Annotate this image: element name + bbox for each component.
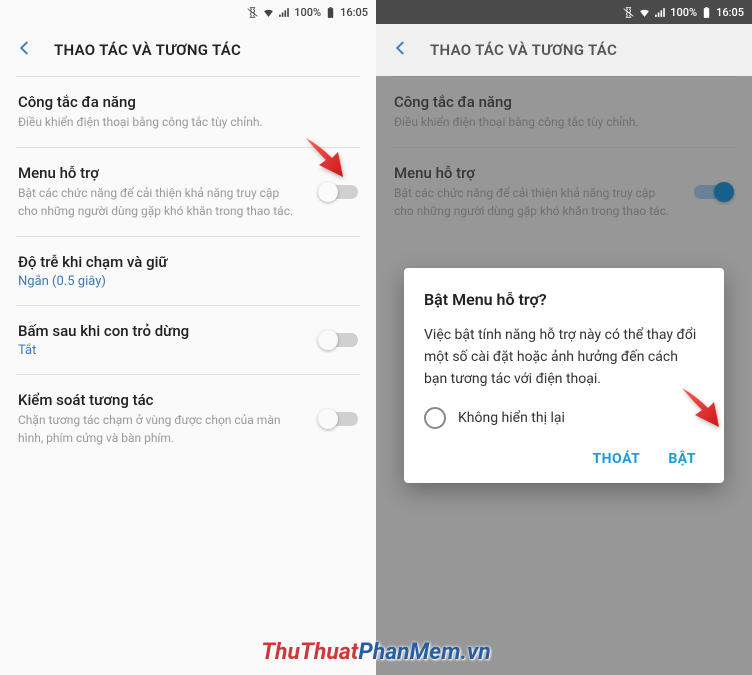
- dialog-actions: THOÁT BẬT: [424, 443, 704, 473]
- back-button[interactable]: [392, 39, 410, 61]
- row-universal-switch[interactable]: Công tắc đa năng Điều khiển điện thoại b…: [0, 77, 376, 147]
- row-title: Kiểm soát tương tác: [18, 391, 358, 409]
- dialog-body: Việc bật tính năng hỗ trợ này có thể tha…: [424, 325, 704, 390]
- dialog-checkbox-row[interactable]: Không hiển thị lại: [424, 407, 704, 429]
- row-desc: Chặn tương tác chạm ở vùng được chọn của…: [18, 412, 358, 447]
- confirm-dialog: Bật Menu hỗ trợ? Việc bật tính năng hỗ t…: [404, 268, 724, 482]
- toggle-thumb: [318, 330, 338, 350]
- toggle-interaction-control[interactable]: [318, 408, 358, 430]
- battery-icon: [324, 6, 337, 19]
- clock-text: 16:05: [716, 6, 744, 19]
- row-title: Công tắc đa năng: [18, 93, 358, 111]
- vibrate-icon: [622, 6, 635, 19]
- phone-right-screen: 100% 16:05 THAO TÁC VÀ TƯƠNG TÁC Công tắ…: [376, 0, 752, 675]
- checkbox-circle-icon: [424, 407, 446, 429]
- back-button[interactable]: [16, 39, 34, 61]
- toggle-assistant-menu[interactable]: [318, 181, 358, 203]
- vibrate-icon: [246, 6, 259, 19]
- chevron-left-icon: [392, 39, 410, 57]
- wifi-icon: [262, 6, 275, 19]
- phone-left-screen: 100% 16:05 THAO TÁC VÀ TƯƠNG TÁC Công tắ…: [0, 0, 376, 675]
- row-value: Ngắn (0.5 giây): [18, 274, 358, 289]
- dialog-checkbox-label: Không hiển thị lại: [458, 410, 565, 426]
- status-bar: 100% 16:05: [0, 0, 376, 24]
- row-desc: Bật các chức năng để cải thiện khả năng …: [18, 185, 358, 220]
- dialog-ok-button[interactable]: BẬT: [668, 451, 696, 467]
- row-tap-after-hover[interactable]: Bấm sau khi con trỏ dừng Tắt: [0, 306, 376, 374]
- row-assistant-menu[interactable]: Menu hỗ trợ Bật các chức năng để cải thi…: [0, 148, 376, 236]
- chevron-left-icon: [16, 39, 34, 57]
- row-desc: Điều khiển điện thoại bằng công tắc tùy …: [18, 114, 358, 131]
- battery-icon: [700, 6, 713, 19]
- row-title: Menu hỗ trợ: [18, 164, 358, 182]
- row-title: Độ trễ khi chạm và giữ: [18, 253, 358, 271]
- toggle-tap-after-hover[interactable]: [318, 329, 358, 351]
- signal-icon: [654, 6, 667, 19]
- battery-percent: 100%: [294, 6, 321, 19]
- row-title: Bấm sau khi con trỏ dừng: [18, 322, 358, 340]
- dialog-cancel-button[interactable]: THOÁT: [593, 451, 641, 467]
- dialog-title: Bật Menu hỗ trợ?: [424, 290, 704, 309]
- clock-text: 16:05: [340, 6, 368, 19]
- page-title: THAO TÁC VÀ TƯƠNG TÁC: [54, 41, 241, 59]
- row-interaction-control[interactable]: Kiểm soát tương tác Chặn tương tác chạm …: [0, 375, 376, 463]
- row-touch-hold-delay[interactable]: Độ trễ khi chạm và giữ Ngắn (0.5 giây): [0, 237, 376, 305]
- status-bar: 100% 16:05: [376, 0, 752, 24]
- toggle-thumb: [318, 182, 338, 202]
- wifi-icon: [638, 6, 651, 19]
- dialog-overlay: Bật Menu hỗ trợ? Việc bật tính năng hỗ t…: [376, 76, 752, 675]
- battery-percent: 100%: [670, 6, 697, 19]
- app-header: THAO TÁC VÀ TƯƠNG TÁC: [0, 24, 376, 76]
- signal-icon: [278, 6, 291, 19]
- row-value: Tắt: [18, 343, 358, 358]
- toggle-thumb: [318, 409, 338, 429]
- page-title: THAO TÁC VÀ TƯƠNG TÁC: [430, 41, 617, 59]
- app-header: THAO TÁC VÀ TƯƠNG TÁC: [376, 24, 752, 76]
